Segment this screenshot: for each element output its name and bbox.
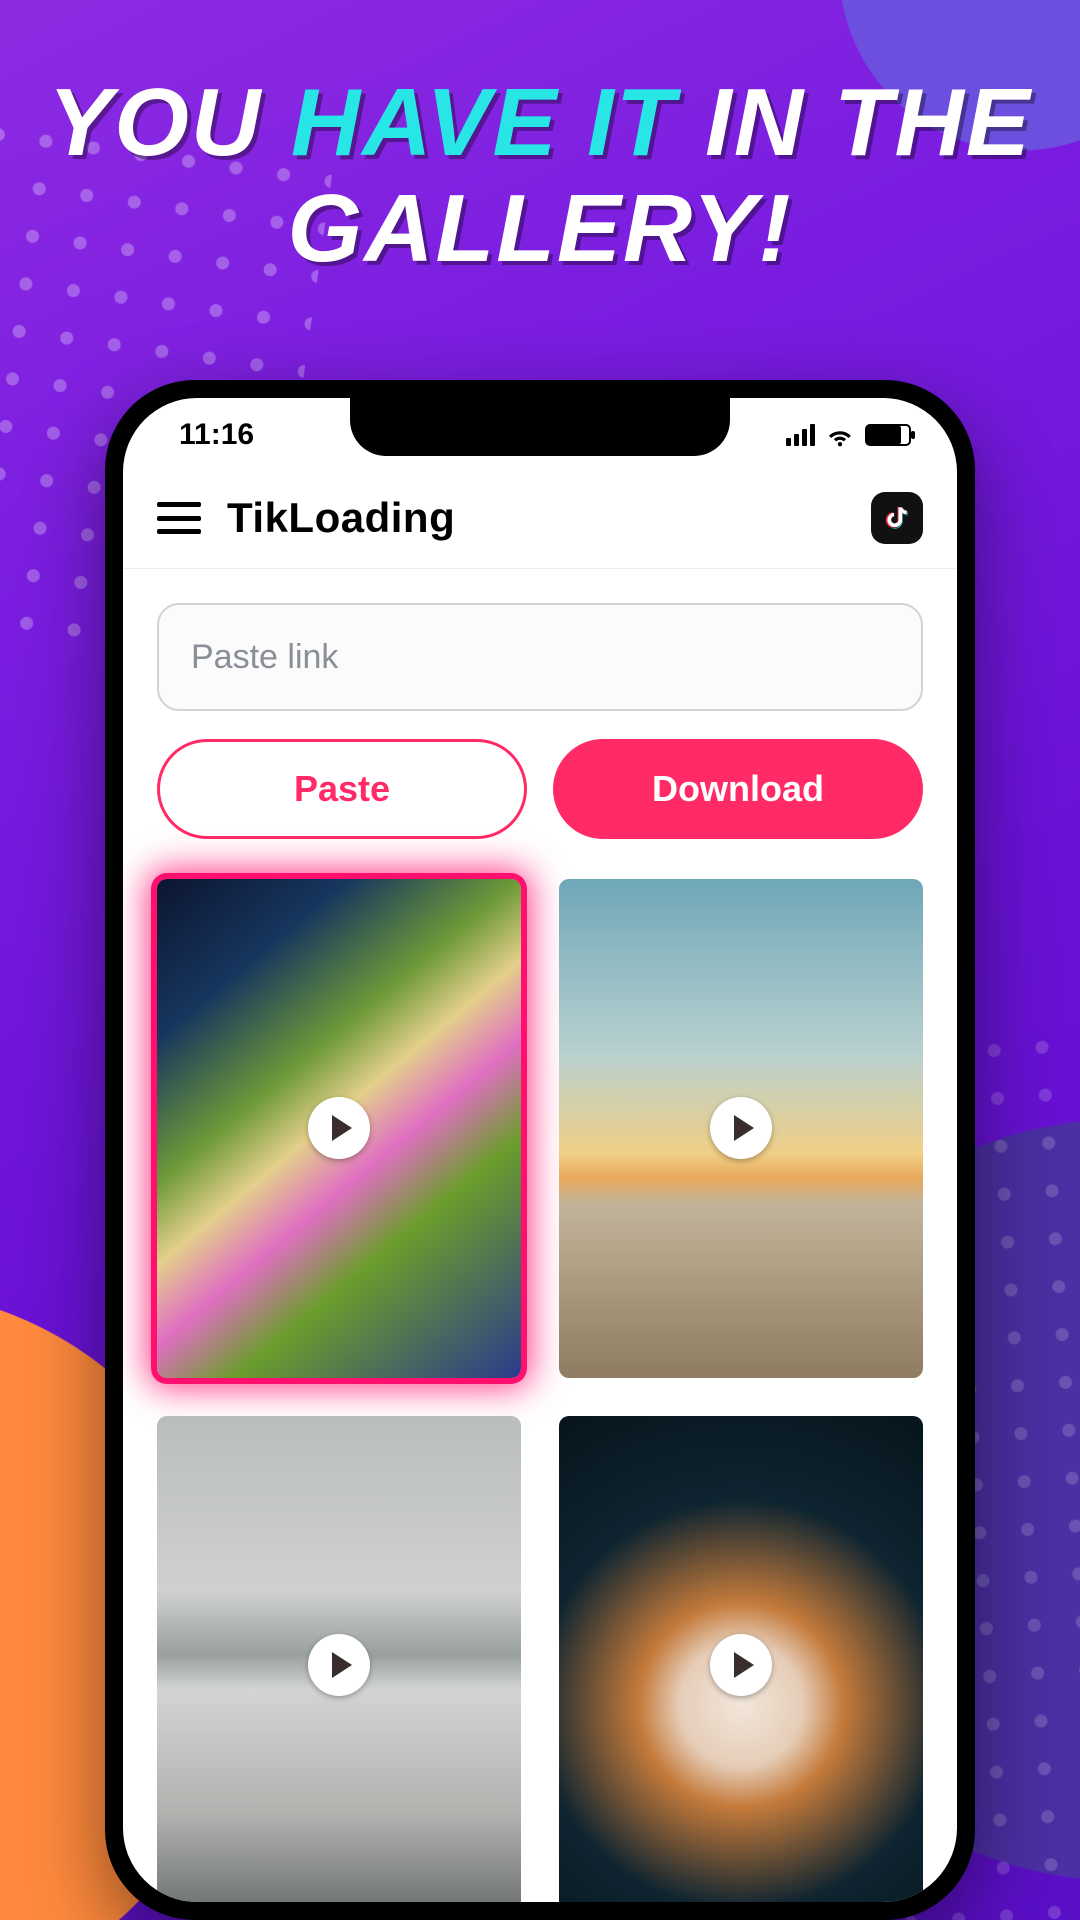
content-area: Paste Download bbox=[123, 569, 957, 1902]
phone-frame: 11:16 TikLoading bbox=[105, 380, 975, 1920]
promo-headline: YOU HAVE IT IN THE GALLERY! bbox=[0, 70, 1080, 281]
button-row: Paste Download bbox=[157, 739, 923, 839]
tiktok-button[interactable] bbox=[871, 492, 923, 544]
battery-icon bbox=[865, 424, 911, 446]
wifi-icon bbox=[827, 422, 853, 448]
play-icon bbox=[308, 1097, 370, 1159]
promo-background: YOU HAVE IT IN THE GALLERY! 11:16 TikLoa… bbox=[0, 0, 1080, 1920]
status-icons bbox=[786, 422, 911, 448]
app-title: TikLoading bbox=[227, 494, 845, 542]
play-icon bbox=[710, 1634, 772, 1696]
video-thumb[interactable] bbox=[559, 879, 923, 1378]
cellular-icon bbox=[786, 424, 815, 446]
video-thumb[interactable] bbox=[157, 1416, 521, 1902]
phone-screen: 11:16 TikLoading bbox=[123, 398, 957, 1902]
status-time: 11:16 bbox=[179, 418, 254, 452]
app-bar: TikLoading bbox=[123, 472, 957, 569]
headline-accent: HAVE IT bbox=[291, 69, 677, 176]
gallery-grid bbox=[157, 879, 923, 1902]
download-button[interactable]: Download bbox=[553, 739, 923, 839]
video-thumb[interactable] bbox=[157, 879, 521, 1378]
play-icon bbox=[308, 1634, 370, 1696]
link-input[interactable] bbox=[157, 603, 923, 711]
paste-button[interactable]: Paste bbox=[157, 739, 527, 839]
video-thumb[interactable] bbox=[559, 1416, 923, 1902]
tiktok-icon bbox=[882, 503, 912, 533]
menu-icon[interactable] bbox=[157, 502, 201, 534]
phone-notch bbox=[350, 398, 730, 456]
play-icon bbox=[710, 1097, 772, 1159]
headline-part: YOU bbox=[48, 69, 291, 176]
